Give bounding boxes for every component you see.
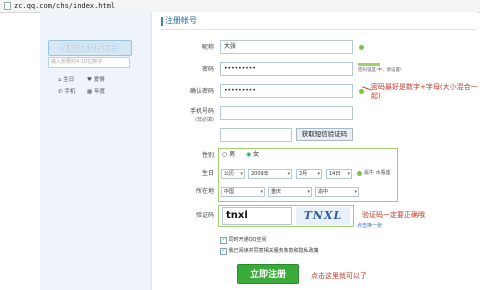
birthday-label: 生日 <box>201 170 214 177</box>
province-select[interactable]: 重庆 <box>268 187 312 197</box>
birth-month-select[interactable]: 2月 <box>296 169 322 179</box>
confirm-password-input[interactable]: ••••••••• <box>220 84 353 98</box>
password-strength-bar <box>358 63 380 66</box>
calendar-icon: ▦ <box>87 89 93 95</box>
confirm-ok-icon <box>359 89 364 94</box>
radio-selected-icon: ◉ <box>246 151 252 158</box>
number-search-banner: 搜索您喜欢的号码! <box>48 40 132 56</box>
qq-number-input[interactable]: 输入想要的4-10位数字 <box>48 57 130 68</box>
sidebar-link-year[interactable]: ▦ 年度 <box>87 88 105 96</box>
password-label: 密码 <box>201 66 214 73</box>
sidebar-link-love[interactable]: ♥ 爱情 <box>87 76 105 84</box>
calendar-type-select[interactable]: 公历 <box>221 169 245 179</box>
birth-year-select[interactable]: 2009年 <box>248 169 292 179</box>
page-title: 注册帐号 <box>165 16 197 25</box>
country-select[interactable]: 中国 <box>221 187 265 197</box>
city-select[interactable]: 渝中 <box>315 187 359 197</box>
phone-optional-label: (非必填) <box>195 117 214 123</box>
password-strength-text: 密码强度:中，请设置! <box>358 68 402 73</box>
title-divider <box>161 29 476 30</box>
phone-label: 手机号码 <box>189 108 214 115</box>
zodiac-text: 属牛 水瓶座 <box>364 170 391 176</box>
captcha-label: 验证码 <box>195 212 214 219</box>
title-accent <box>161 17 163 26</box>
phone-icon: ✆ <box>58 89 63 95</box>
page-icon <box>4 2 11 10</box>
checkbox-checked-icon: ✓ <box>220 237 227 244</box>
nickname-input[interactable]: 大张 <box>220 40 353 54</box>
captcha-input[interactable]: tnxl <box>222 207 292 225</box>
checkbox-checked-icon: ✓ <box>220 248 227 255</box>
register-button[interactable]: 立即注册 <box>237 264 299 284</box>
gender-female-radio[interactable]: ◉ 女 <box>246 151 259 159</box>
confirm-password-label: 确认密码 <box>189 88 214 95</box>
nickname-ok-icon <box>359 45 364 50</box>
heart-icon: ♥ <box>87 77 92 83</box>
open-qzone-checkbox[interactable]: ✓ 同时开通QQ空间 <box>220 237 266 244</box>
nickname-label: 昵称 <box>201 44 214 51</box>
birth-day-select[interactable]: 14日 <box>326 169 352 179</box>
agree-terms-checkbox[interactable]: ✓ 我已阅读并同意相关服务条款和隐私政策 <box>220 248 319 255</box>
gender-label: 性别 <box>201 152 214 159</box>
get-sms-code-button[interactable]: 获取短信验证码 <box>296 128 353 141</box>
password-tip-annotation: 密码最好是数字+字母(大小混合一起) <box>371 83 478 100</box>
location-label: 所在地 <box>195 188 214 195</box>
birthday-ok-icon <box>357 171 362 176</box>
phone-input[interactable] <box>220 106 353 120</box>
birthday-icon: ⌂ <box>58 77 62 83</box>
submit-tip-annotation: 点击这里就可以了 <box>311 272 367 280</box>
url-text[interactable]: zc.qq.com/chs/index.html <box>14 1 115 11</box>
sms-code-input[interactable] <box>220 128 292 142</box>
password-input[interactable]: ••••••••• <box>220 62 353 76</box>
sidebar-link-phone[interactable]: ✆ 手机 <box>58 88 75 96</box>
gender-male-radio[interactable]: ○ 男 <box>222 151 235 159</box>
radio-icon: ○ <box>222 151 228 158</box>
captcha-image: TNXL <box>296 207 350 225</box>
sidebar-link-birthday[interactable]: ⌂ 生日 <box>58 76 74 84</box>
captcha-tip-annotation: 验证码一定要正确哦 <box>362 211 425 219</box>
refresh-captcha-link[interactable]: 点击换一张 <box>357 222 382 230</box>
